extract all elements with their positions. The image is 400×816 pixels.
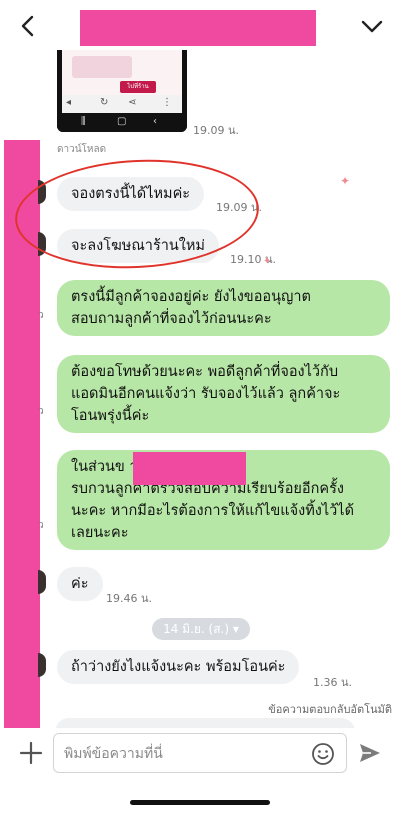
message-bubble-outgoing[interactable]: ตรงนี้มีลูกค้าจองอยู่ค่ะ ยังไงขออนุญาต ส… xyxy=(57,280,390,336)
caret-down-icon: ▾ xyxy=(232,622,239,636)
send-icon[interactable] xyxy=(357,740,383,766)
sparkle-icon: ✦ xyxy=(340,174,351,188)
image-attachment[interactable]: ไปที่ร้าน ◂ ↻ ⋖ ⋮ ⫼ ▢ ‹ xyxy=(57,50,187,132)
chevron-left-icon[interactable] xyxy=(14,12,42,40)
red-circle-annotation xyxy=(12,153,262,275)
message-time: 1.36 น. xyxy=(313,676,353,689)
attachment-preview: ไปที่ร้าน xyxy=(62,50,182,95)
recent-apps-icon: ⫼ xyxy=(81,116,86,127)
attachment-browser-nav: ◂ ↻ ⋖ ⋮ xyxy=(62,95,182,113)
share-icon: ⋖ xyxy=(128,97,137,108)
sparkle-icon: ✦ xyxy=(263,256,272,267)
message-composer xyxy=(0,728,400,788)
auto-reply-note: ข้อความตอบกลับอัตโนมัติ xyxy=(268,703,392,716)
reload-icon: ↻ xyxy=(100,97,109,108)
message-time: 19.46 น. xyxy=(106,592,153,605)
message-bubble-incoming[interactable]: ค่ะ xyxy=(57,567,103,601)
attachment-card xyxy=(72,56,132,78)
date-divider[interactable]: 14 มิ.ย. (ส.) ▾ xyxy=(152,618,250,640)
avatar xyxy=(38,570,46,594)
message-input[interactable] xyxy=(64,742,304,766)
home-icon: ▢ xyxy=(117,116,127,127)
avatar xyxy=(38,653,46,677)
attachment-shop-button: ไปที่ร้าน xyxy=(120,81,156,93)
plus-icon[interactable] xyxy=(18,740,44,766)
chevron-down-icon[interactable] xyxy=(358,12,386,40)
attachment-phone-nav: ⫼ ▢ ‹ xyxy=(57,114,187,132)
nav-back-icon: ‹ xyxy=(153,116,157,127)
date-divider-label: 14 มิ.ย. (ส.) xyxy=(163,622,230,636)
home-indicator xyxy=(130,800,270,805)
read-status-fragment: ว xyxy=(38,406,44,417)
read-status-fragment: ว xyxy=(38,310,44,321)
attachment-time: 19.09 น. xyxy=(193,124,240,137)
message-bubble-incoming[interactable]: ถ้าว่างยังไงแจ้งนะคะ พร้อมโอนค่ะ xyxy=(57,650,300,684)
more-icon: ⋮ xyxy=(162,97,172,108)
emoji-icon[interactable] xyxy=(310,741,336,767)
chat-header xyxy=(0,0,400,56)
read-status-fragment: ว xyxy=(38,520,44,531)
redacted-text xyxy=(133,452,246,485)
back-arrow-icon: ◂ xyxy=(66,97,72,108)
message-input-box xyxy=(53,733,347,773)
redacted-contact-name xyxy=(80,10,316,46)
download-label[interactable]: ดาวน์โหลด xyxy=(57,142,106,157)
message-bubble-outgoing[interactable]: ต้องขอโทษด้วยนะคะ พอดีลูกค้าที่จองไว้กับ… xyxy=(57,355,390,433)
